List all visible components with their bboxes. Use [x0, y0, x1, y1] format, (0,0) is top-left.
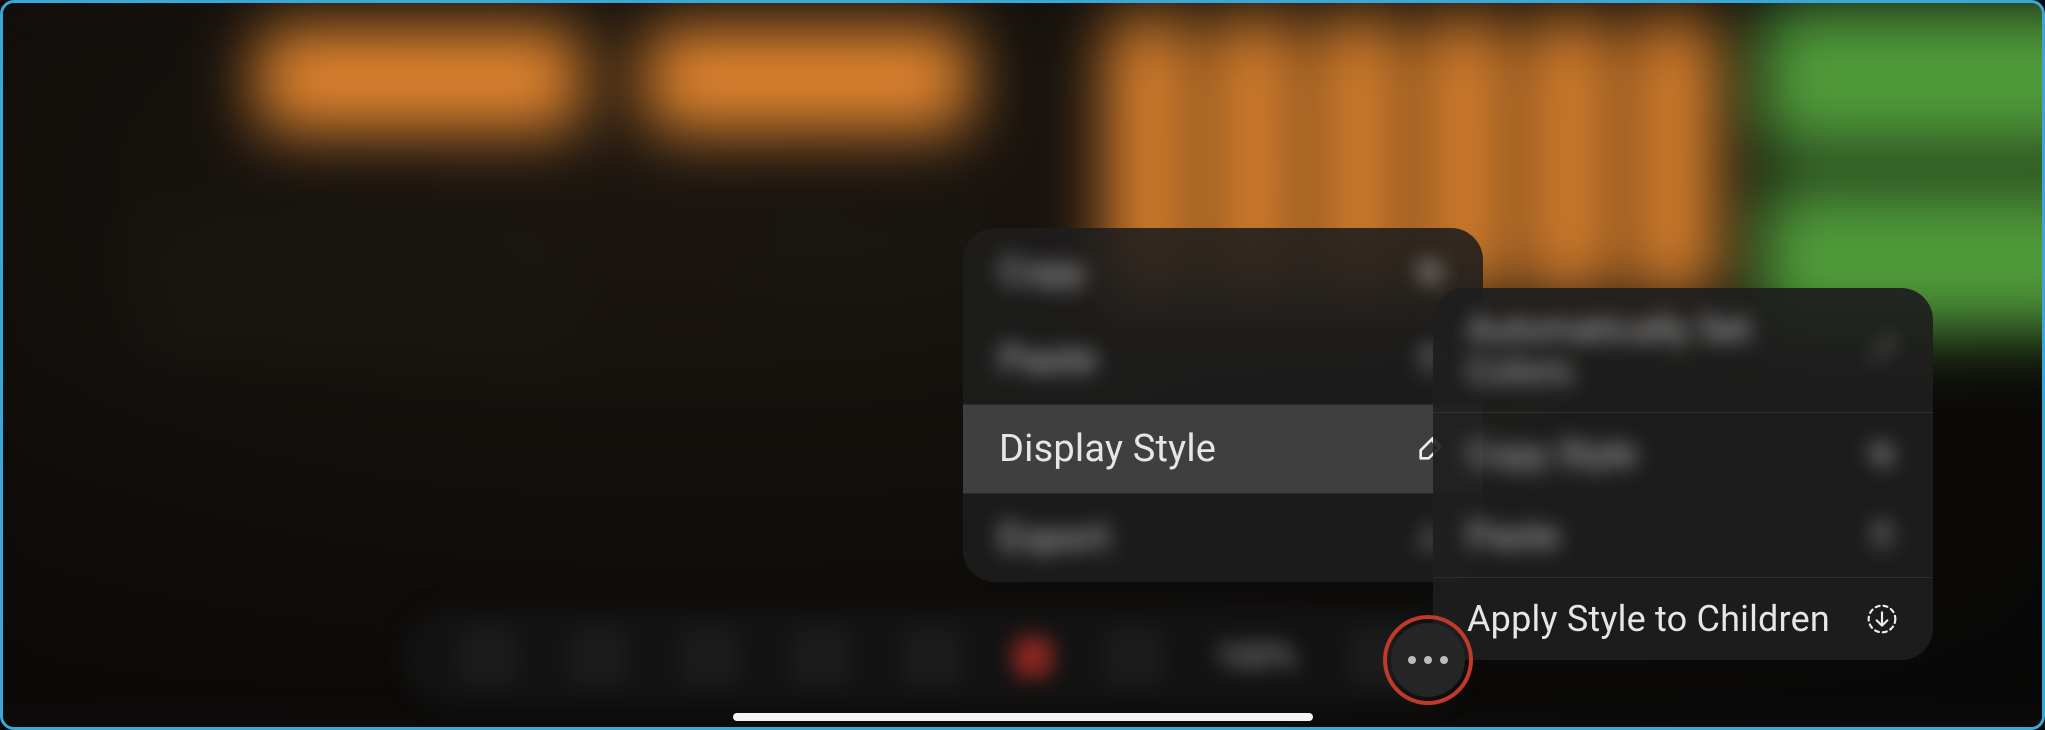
toolbar-zoom-out[interactable] — [1104, 627, 1164, 687]
app-viewport: 100% Copy Paste Display Style — [0, 0, 2045, 730]
more-icon — [1408, 656, 1448, 664]
submenu-item-copy-style[interactable]: Copy Style — [1433, 413, 1933, 495]
submenu-item-apply-to-children[interactable]: Apply Style to Children — [1433, 578, 1933, 660]
menu-item-label: Display Style — [999, 427, 1216, 471]
menu-item-label: Paste — [1467, 515, 1560, 557]
more-button[interactable] — [1391, 623, 1465, 697]
menu-item-label: Apply Style to Children — [1467, 598, 1830, 640]
submenu-item-auto-colors[interactable]: Automatically Set Colors — [1433, 288, 1933, 412]
toolbar-zoom-label: 100% — [1214, 637, 1296, 677]
menu-item-export[interactable]: Export — [963, 494, 1483, 582]
paste-icon — [1865, 519, 1899, 553]
submenu-item-paste[interactable]: Paste — [1433, 495, 1933, 577]
menu-item-label: Copy — [999, 250, 1085, 294]
toolbar-button-4[interactable] — [791, 627, 851, 687]
menu-item-copy[interactable]: Copy — [963, 228, 1483, 316]
menu-item-paste[interactable]: Paste — [963, 316, 1483, 404]
toolbar-button-5[interactable] — [902, 627, 962, 687]
display-style-submenu: Automatically Set Colors Copy Style Past… — [1433, 288, 1933, 660]
menu-item-display-style[interactable]: Display Style — [963, 405, 1483, 493]
copy-icon — [1413, 255, 1447, 289]
wand-icon — [1865, 333, 1899, 367]
context-menu: Copy Paste Display Style Export — [963, 228, 1483, 582]
copy-icon — [1865, 437, 1899, 471]
toolbar-color-swatch[interactable] — [1013, 637, 1053, 677]
menu-item-label: Paste — [999, 338, 1097, 382]
bottom-toolbar: 100% — [403, 607, 1463, 707]
toolbar-button-2[interactable] — [569, 627, 629, 687]
download-circle-icon — [1865, 602, 1899, 636]
toolbar-button-1[interactable] — [458, 627, 518, 687]
menu-item-label: Export — [999, 516, 1110, 560]
menu-item-label: Copy Style — [1467, 433, 1637, 475]
menu-item-label: Automatically Set Colors — [1467, 308, 1865, 392]
home-indicator — [733, 713, 1313, 721]
toolbar-button-3[interactable] — [680, 627, 740, 687]
